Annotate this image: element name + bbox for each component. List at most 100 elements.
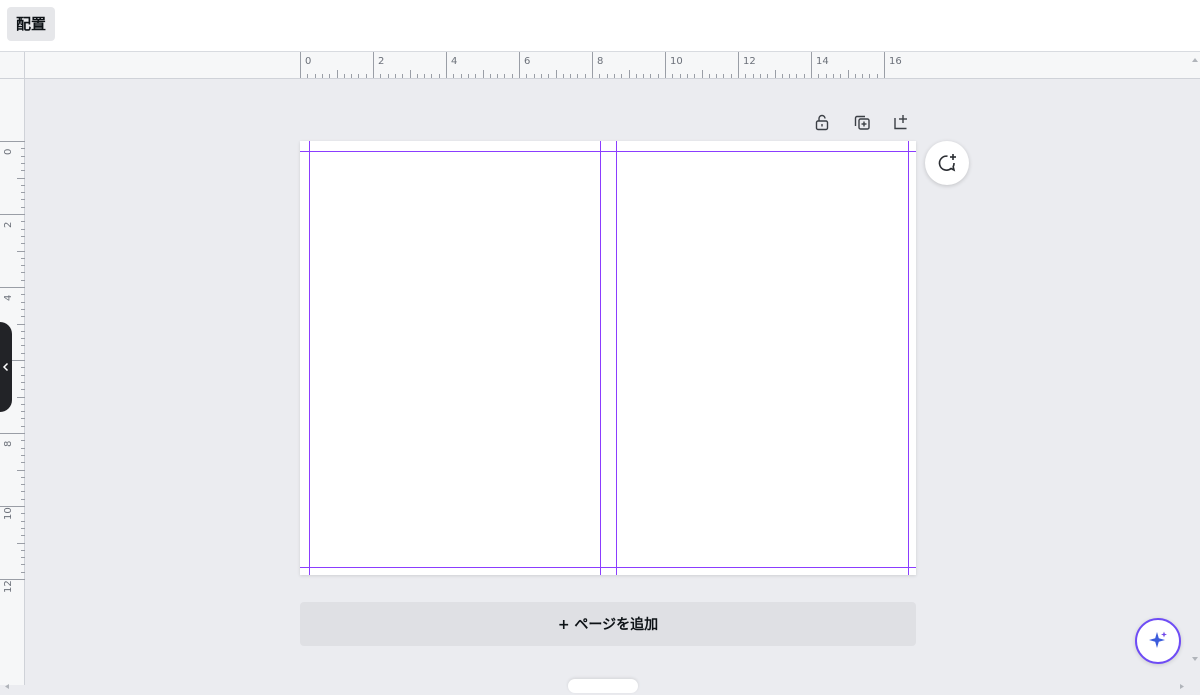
ruler-minor-tick: [21, 411, 25, 413]
ruler-major-tick: [0, 433, 25, 434]
ruler-major-tick: [592, 52, 593, 78]
ruler-minor-tick: [314, 74, 316, 78]
ruler-label: 4: [3, 294, 14, 301]
scroll-arrows: [1192, 58, 1198, 661]
ruler-minor-tick: [21, 192, 25, 194]
ruler-minor-tick: [460, 74, 462, 78]
ruler-minor-tick: [555, 70, 557, 78]
ruler-minor-tick: [577, 74, 579, 78]
ruler-label: 16: [889, 56, 902, 67]
magic-assistant-button[interactable]: [1135, 618, 1181, 664]
ruler-minor-tick: [657, 74, 659, 78]
guide-line: [300, 567, 916, 568]
ruler-minor-tick: [708, 74, 710, 78]
ruler-minor-tick: [358, 74, 360, 78]
ruler-minor-tick: [380, 74, 382, 78]
ruler-minor-tick: [17, 250, 25, 252]
ruler-minor-tick: [21, 462, 25, 464]
vertical-scrollbar[interactable]: [1190, 52, 1200, 685]
ruler-minor-tick: [21, 418, 25, 420]
ruler-minor-tick: [562, 74, 564, 78]
ruler-minor-tick: [679, 74, 681, 78]
ruler-minor-tick: [482, 70, 484, 78]
ruler-label: 8: [3, 440, 14, 447]
ruler-minor-tick: [21, 265, 25, 267]
ruler-minor-tick: [17, 542, 25, 544]
collapse-panel-button[interactable]: [0, 322, 12, 412]
arrange-button[interactable]: 配置: [7, 7, 56, 41]
add-page-icon[interactable]: [888, 109, 914, 135]
ruler-minor-tick: [21, 454, 25, 456]
ruler-minor-tick: [825, 74, 827, 78]
ruler-minor-tick: [424, 74, 426, 78]
add-comment-button[interactable]: [925, 141, 969, 185]
ruler-minor-tick: [548, 74, 550, 78]
ruler-minor-tick: [387, 74, 389, 78]
ruler-minor-tick: [336, 70, 338, 78]
ruler-minor-tick: [672, 74, 674, 78]
ruler-label: 0: [3, 148, 14, 155]
ruler-minor-tick: [489, 74, 491, 78]
ruler-minor-tick: [21, 308, 25, 310]
ruler-minor-tick: [21, 352, 25, 354]
ruler-minor-tick: [759, 74, 761, 78]
add-page-button[interactable]: + ページを追加: [300, 602, 916, 646]
ruler-minor-tick: [17, 323, 25, 325]
ruler-minor-tick: [21, 367, 25, 369]
unlock-icon[interactable]: [809, 109, 835, 135]
guide-line: [616, 141, 617, 575]
ruler-minor-tick: [307, 74, 309, 78]
ruler-minor-tick: [21, 549, 25, 551]
ruler-minor-tick: [752, 74, 754, 78]
ruler-minor-tick: [21, 221, 25, 223]
design-page[interactable]: [300, 141, 916, 575]
ruler-minor-tick: [730, 74, 732, 78]
ruler-minor-tick: [723, 74, 725, 78]
ruler-minor-tick: [21, 162, 25, 164]
ruler-major-tick: [446, 52, 447, 78]
ruler-minor-tick: [818, 74, 820, 78]
ruler-label: 10: [3, 507, 14, 520]
ruler-minor-tick: [21, 381, 25, 383]
ruler-minor-tick: [402, 74, 404, 78]
ruler-minor-tick: [21, 345, 25, 347]
ruler-minor-tick: [869, 74, 871, 78]
ruler-label: 2: [378, 56, 385, 67]
ruler-major-tick: [0, 287, 25, 288]
ruler-minor-tick: [21, 476, 25, 478]
ruler-minor-tick: [789, 74, 791, 78]
ruler-major-tick: [300, 52, 301, 78]
ruler-label: 8: [597, 56, 604, 67]
ruler-minor-tick: [394, 74, 396, 78]
ruler-minor-tick: [686, 74, 688, 78]
duplicate-page-icon[interactable]: [849, 109, 875, 135]
chevron-left-icon: [2, 362, 9, 372]
ruler-minor-tick: [21, 316, 25, 318]
ruler-minor-tick: [774, 70, 776, 78]
ruler-minor-tick: [17, 469, 25, 471]
ruler-minor-tick: [329, 74, 331, 78]
ruler-minor-tick: [453, 74, 455, 78]
ruler-minor-tick: [613, 74, 615, 78]
ruler-minor-tick: [767, 74, 769, 78]
ruler-minor-tick: [343, 74, 345, 78]
ruler-minor-tick: [599, 74, 601, 78]
ruler-label: 10: [670, 56, 683, 67]
ruler-minor-tick: [21, 148, 25, 150]
ruler-minor-tick: [716, 74, 718, 78]
ruler-minor-tick: [526, 74, 528, 78]
page-navigator-handle[interactable]: [568, 679, 638, 693]
ruler-minor-tick: [21, 571, 25, 573]
ruler-minor-tick: [876, 74, 878, 78]
ruler-minor-tick: [606, 74, 608, 78]
ruler-minor-tick: [694, 74, 696, 78]
ruler-minor-tick: [540, 74, 542, 78]
ruler-minor-tick: [21, 301, 25, 303]
ruler-label: 12: [743, 56, 756, 67]
ruler-minor-tick: [416, 74, 418, 78]
ruler-minor-tick: [21, 257, 25, 259]
ruler-minor-tick: [21, 513, 25, 515]
ruler-minor-tick: [21, 243, 25, 245]
ruler-minor-tick: [643, 74, 645, 78]
ruler-minor-tick: [409, 70, 411, 78]
